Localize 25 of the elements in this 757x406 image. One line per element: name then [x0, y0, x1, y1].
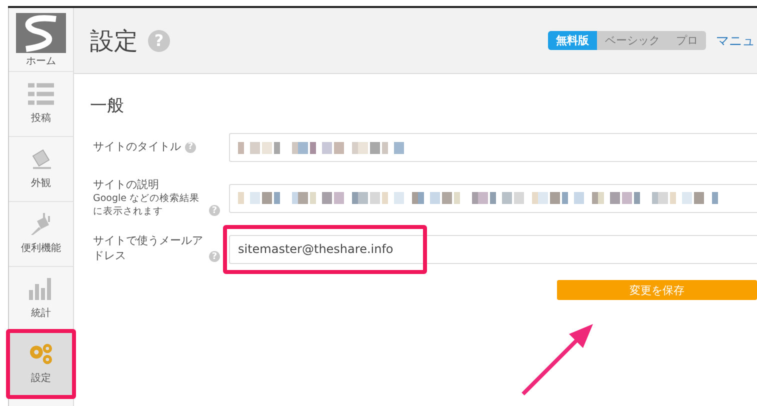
input-value: sitemaster@theshare.info	[238, 242, 394, 256]
sidebar-item[interactable]: 設定	[9, 332, 73, 397]
field-label: サイトの説明	[93, 178, 160, 193]
sidebar-item[interactable]: 投稿	[9, 72, 73, 137]
sidebar-item[interactable]: 外観	[9, 137, 73, 202]
sidebar-item[interactable]: 統計	[9, 267, 73, 332]
bar-chart-icon	[28, 278, 54, 300]
input-field[interactable]	[229, 184, 757, 213]
list-icon	[28, 83, 54, 105]
plan-tab[interactable]: ベーシック	[597, 31, 668, 50]
field-label: サイトのタイトル	[93, 140, 181, 155]
page-title: 設定	[90, 26, 138, 56]
gears-icon	[28, 343, 54, 365]
save-button[interactable]: 変更を保存	[557, 280, 757, 300]
plan-tab[interactable]: 無料版	[548, 31, 597, 50]
field-hint: Google などの検索結果に表示されます	[93, 192, 201, 218]
sidebar-item[interactable]: 便利機能	[9, 202, 73, 267]
sidebar-item[interactable]: ホーム	[9, 8, 73, 72]
plan-tab[interactable]: プロ	[668, 31, 706, 50]
input-field[interactable]	[229, 133, 757, 162]
manual-link[interactable]: マニュ	[716, 32, 755, 50]
input-field[interactable]: sitemaster@theshare.info	[229, 234, 757, 264]
section-title: 一般	[90, 95, 125, 117]
field-label: サイトで使うメールアドレス	[93, 234, 204, 264]
logo-icon	[16, 12, 66, 54]
